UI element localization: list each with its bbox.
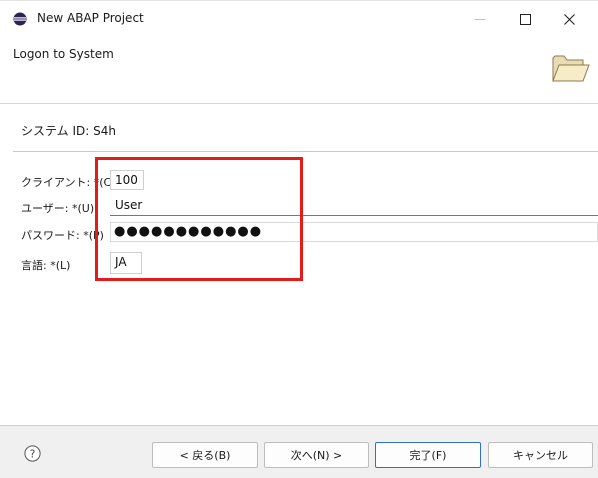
minimize-button[interactable]: — <box>457 5 503 33</box>
password-label: パスワード: *(P) <box>21 229 104 242</box>
language-label: 言語: *(L) <box>21 259 71 272</box>
next-button[interactable]: 次へ(N) > <box>264 442 369 468</box>
maximize-button[interactable] <box>502 5 548 33</box>
client-field[interactable]: 100 <box>110 170 144 190</box>
password-field[interactable]: ●●●●●●●●●●●● <box>110 222 598 242</box>
wizard-header: Logon to System <box>0 34 598 104</box>
svg-text:?: ? <box>30 449 36 461</box>
system-id-label: システム ID: S4h <box>21 124 116 138</box>
close-icon <box>563 13 575 25</box>
help-icon[interactable]: ? <box>24 445 41 462</box>
cancel-button[interactable]: キャンセル <box>488 442 593 468</box>
minimize-icon: — <box>474 12 486 26</box>
user-field[interactable]: User <box>110 196 598 216</box>
user-label: ユーザー: *(U) <box>21 202 95 215</box>
page-title: Logon to System <box>13 47 114 61</box>
button-bar: ? < 戻る(B) 次へ(N) > 完了(F) キャンセル <box>0 425 598 478</box>
window-title: New ABAP Project <box>37 11 144 25</box>
client-label: クライアント: *(C) <box>21 176 116 189</box>
close-button[interactable] <box>546 5 592 33</box>
maximize-icon <box>519 13 531 25</box>
title-bar: New ABAP Project — <box>0 0 598 35</box>
language-field[interactable]: JA <box>110 252 142 274</box>
divider <box>13 151 598 152</box>
finish-button[interactable]: 完了(F) <box>375 442 481 468</box>
back-button[interactable]: < 戻る(B) <box>152 442 258 468</box>
eclipse-app-icon <box>13 12 27 26</box>
folder-icon <box>552 55 590 82</box>
